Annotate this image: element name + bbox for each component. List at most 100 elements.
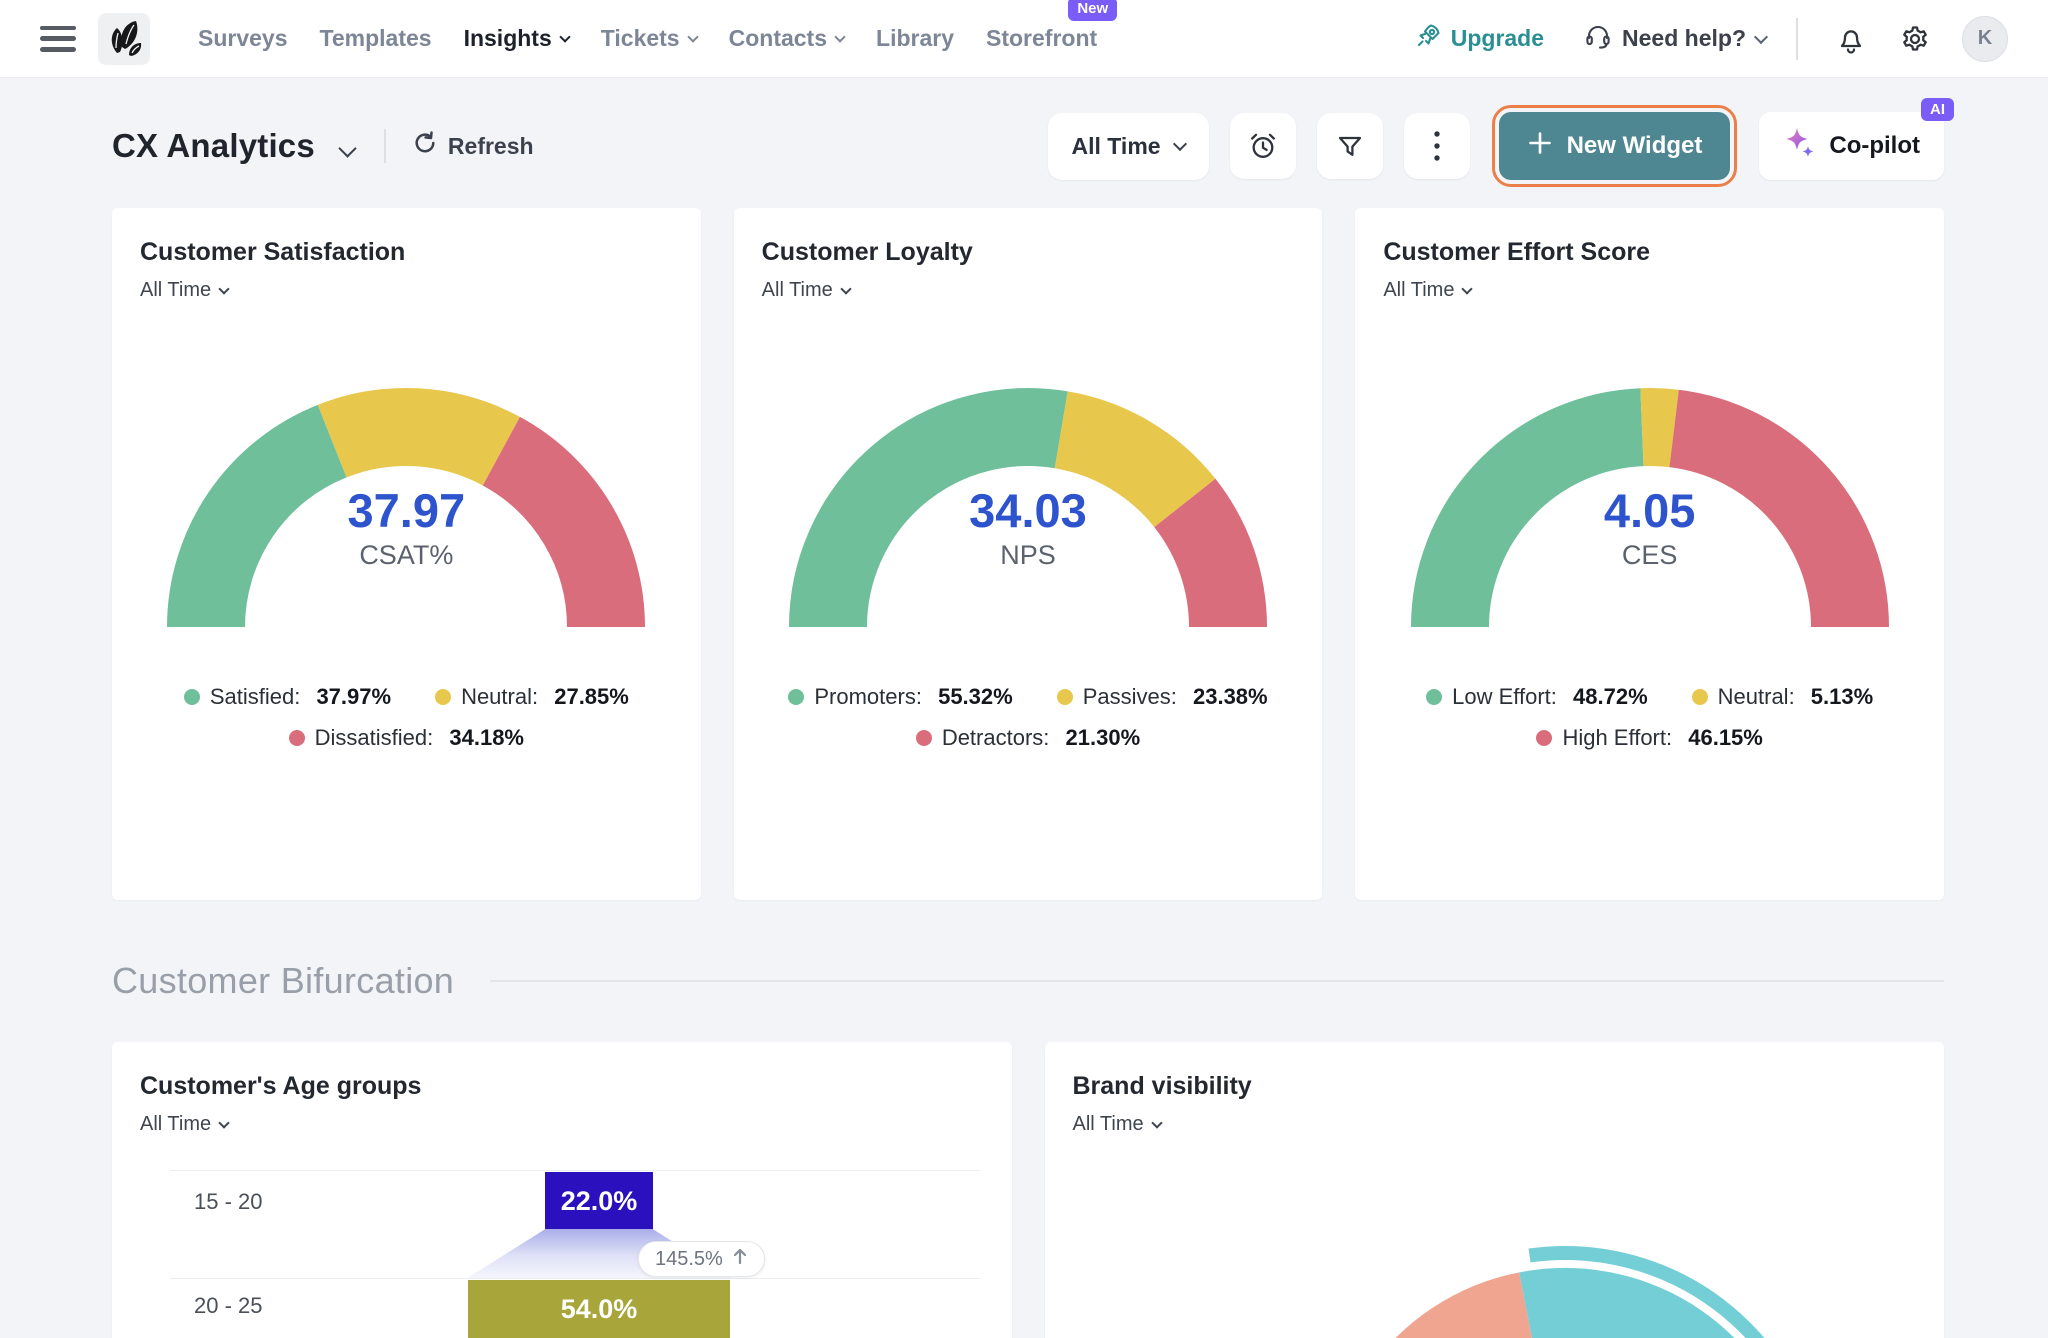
copilot-button[interactable]: Co-pilot AI xyxy=(1759,112,1944,180)
nav-item-label: Surveys xyxy=(198,25,288,52)
nav-item-insights[interactable]: Insights xyxy=(462,19,571,58)
card-period-label: All Time xyxy=(762,279,833,302)
gear-icon[interactable] xyxy=(1892,16,1938,62)
gauge-value: 37.97 xyxy=(166,486,646,535)
funnel-icon[interactable] xyxy=(1317,113,1383,179)
card-period-filter[interactable]: All Time xyxy=(762,279,850,302)
hamburger-icon[interactable] xyxy=(40,24,76,54)
chevron-down-icon xyxy=(559,31,570,42)
card-title: Customer Satisfaction xyxy=(140,238,673,267)
nav-item-tickets[interactable]: Tickets xyxy=(599,19,699,58)
nav-item-label: Contacts xyxy=(729,25,827,52)
legend-dot xyxy=(289,730,305,746)
growth-badge[interactable]: 145.5% xyxy=(638,1241,765,1277)
gauge-unit: CSAT% xyxy=(166,540,646,571)
funnel-row: 20 - 25 54.0% xyxy=(170,1278,981,1338)
nav-right: Upgrade Need help? xyxy=(1415,16,2008,62)
time-filter-value: All Time xyxy=(1072,133,1161,160)
legend-dot xyxy=(1692,689,1708,705)
card-period-filter[interactable]: All Time xyxy=(140,1113,228,1136)
upgrade-label: Upgrade xyxy=(1451,25,1544,52)
chevron-down-icon[interactable] xyxy=(338,139,356,157)
gauge-unit: NPS xyxy=(788,540,1268,571)
legend-dot xyxy=(916,730,932,746)
chevron-down-icon xyxy=(218,1117,229,1128)
funnel-row-label: 20 - 25 xyxy=(194,1293,263,1319)
card-period-filter[interactable]: All Time xyxy=(1383,279,1471,302)
kebab-icon[interactable] xyxy=(1404,113,1470,179)
growth-badge-value: 145.5% xyxy=(655,1248,723,1271)
chevron-down-icon xyxy=(1172,137,1186,151)
legend-dot xyxy=(1057,689,1073,705)
card-title: Customer's Age groups xyxy=(140,1072,984,1101)
funnel-bar[interactable]: 54.0% xyxy=(468,1280,731,1338)
main-content: CX Analytics Refresh All Time xyxy=(0,112,2048,1338)
legend-item: Promoters 55.32% xyxy=(788,684,1012,710)
nav-item-label: Tickets xyxy=(601,25,680,52)
brand-visibility-card: Brand visibility All Time xyxy=(1045,1042,1945,1338)
card-title: Customer Effort Score xyxy=(1383,238,1916,267)
nav-item-templates[interactable]: Templates xyxy=(318,19,434,58)
legend-dot xyxy=(788,689,804,705)
bell-icon[interactable] xyxy=(1828,16,1874,62)
nav-item-label: Templates xyxy=(320,25,432,52)
card-period-filter[interactable]: All Time xyxy=(1073,1113,1161,1136)
nav-item-library[interactable]: Library xyxy=(874,19,956,58)
refresh-button[interactable]: Refresh xyxy=(412,130,534,162)
legend-dot xyxy=(1536,730,1552,746)
gauge-card: Customer Loyalty All Time 34.03 NPS Prom… xyxy=(734,208,1323,900)
legend-item: High Effort 46.15% xyxy=(1536,725,1762,751)
time-filter-dropdown[interactable]: All Time xyxy=(1048,113,1209,180)
new-widget-button[interactable]: New Widget xyxy=(1499,112,1731,180)
nav-item-contacts[interactable]: Contacts xyxy=(727,19,846,58)
bottom-cards-row: Customer's Age groups All Time 15 - 20 2… xyxy=(112,1042,1944,1338)
nav-item-label: Library xyxy=(876,25,954,52)
funnel-bar-value: 54.0% xyxy=(561,1294,638,1325)
legend-item: Detractors 21.30% xyxy=(916,725,1140,751)
gauge-legend: Low Effort 48.72% Neutral 5.13% High Eff… xyxy=(1383,684,1916,751)
donut-chart xyxy=(1265,1208,1865,1338)
legend-dot xyxy=(184,689,200,705)
header-divider xyxy=(384,129,386,163)
new-widget-label: New Widget xyxy=(1567,132,1703,160)
gauge-value: 34.03 xyxy=(788,486,1268,535)
gauge-legend: Satisfied 37.97% Neutral 27.85% Dissatis… xyxy=(140,684,673,751)
chevron-down-icon xyxy=(1462,283,1473,294)
funnel-bar[interactable]: 22.0% xyxy=(545,1172,652,1230)
funnel-row-label: 15 - 20 xyxy=(194,1189,263,1215)
section-title: Customer Bifurcation xyxy=(112,960,454,1002)
sparkle-icon xyxy=(1783,126,1817,167)
card-title: Brand visibility xyxy=(1073,1072,1917,1101)
new-badge: New xyxy=(1068,0,1117,21)
need-help-label: Need help? xyxy=(1622,25,1746,52)
alarm-clock-icon[interactable] xyxy=(1230,113,1296,179)
card-period-label: All Time xyxy=(1383,279,1454,302)
gauge-chart: 34.03 NPS xyxy=(788,382,1268,632)
nav-item-surveys[interactable]: Surveys xyxy=(196,19,290,58)
chevron-down-icon xyxy=(218,283,229,294)
funnel-chart: 15 - 20 22.0% 20 - 25 54.0% 145.5% xyxy=(170,1170,981,1338)
upgrade-button[interactable]: Upgrade xyxy=(1415,22,1544,55)
leaf-logo[interactable] xyxy=(98,13,150,65)
legend-item: Neutral 5.13% xyxy=(1692,684,1874,710)
nav-item-storefront[interactable]: Storefront New xyxy=(984,19,1099,58)
gauge-cards-row: Customer Satisfaction All Time 37.97 CSA… xyxy=(112,208,1944,900)
section-divider-line xyxy=(490,980,1944,982)
chevron-down-icon xyxy=(1754,29,1768,43)
legend-item: Neutral 27.85% xyxy=(435,684,629,710)
gauge-chart: 37.97 CSAT% xyxy=(166,382,646,632)
card-period-filter[interactable]: All Time xyxy=(140,279,228,302)
page-title: CX Analytics xyxy=(112,127,315,165)
up-arrow-icon xyxy=(732,1247,748,1271)
card-period-label: All Time xyxy=(1073,1113,1144,1136)
need-help-button[interactable]: Need help? xyxy=(1584,22,1766,56)
avatar[interactable]: K xyxy=(1962,16,2008,62)
gauge-chart: 4.05 CES xyxy=(1410,382,1890,632)
plus-icon xyxy=(1527,130,1553,163)
section-header: Customer Bifurcation xyxy=(112,960,1944,1002)
gauge-card: Customer Effort Score All Time 4.05 CES … xyxy=(1355,208,1944,900)
avatar-initial: K xyxy=(1978,27,1992,50)
legend-item: Low Effort 48.72% xyxy=(1426,684,1648,710)
copilot-label: Co-pilot xyxy=(1829,132,1920,160)
refresh-label: Refresh xyxy=(448,133,534,160)
